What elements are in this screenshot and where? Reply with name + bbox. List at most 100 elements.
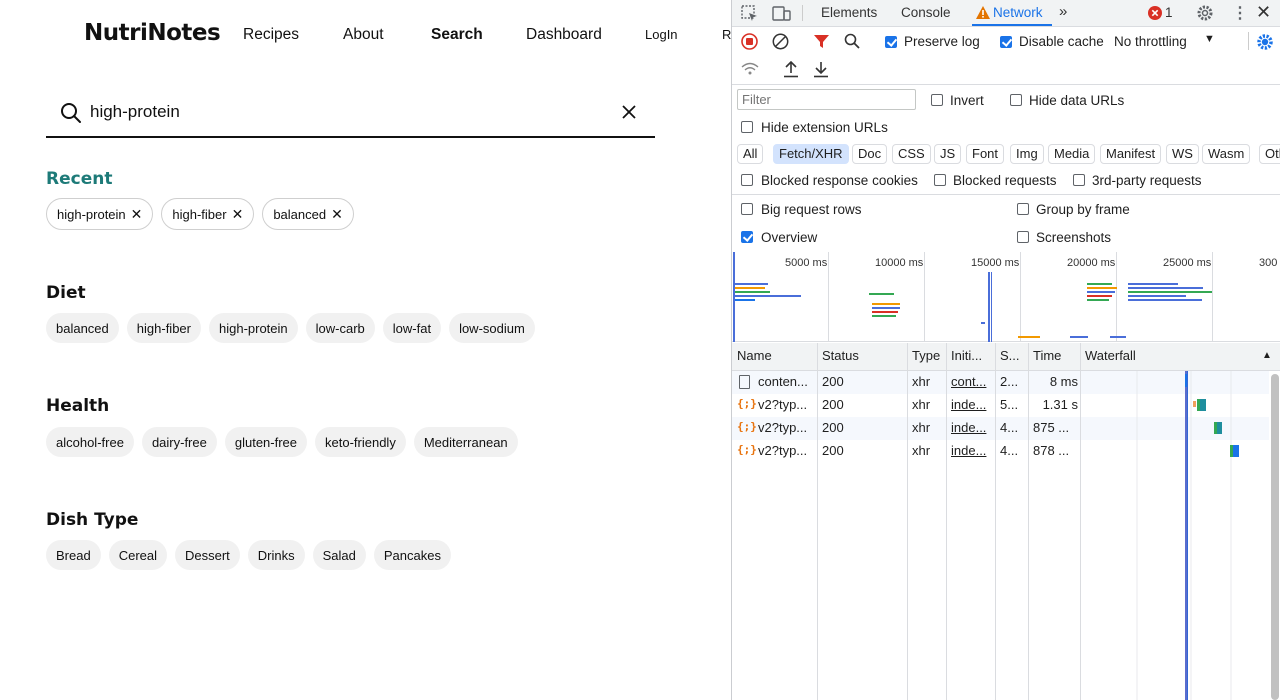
tab-network[interactable]: Network bbox=[993, 5, 1043, 20]
inspect-icon[interactable] bbox=[741, 5, 758, 22]
network-settings-icon[interactable] bbox=[1256, 33, 1274, 51]
diet-chip[interactable]: low-sodium bbox=[449, 313, 535, 343]
device-toolbar-icon[interactable] bbox=[772, 5, 791, 22]
type-filter-other[interactable]: Oth bbox=[1259, 144, 1280, 164]
overview-checkbox[interactable] bbox=[741, 231, 753, 243]
type-filter-ws[interactable]: WS bbox=[1166, 144, 1199, 164]
close-icon[interactable] bbox=[621, 104, 637, 120]
column-divider[interactable] bbox=[995, 343, 996, 700]
column-header-waterfall[interactable]: Waterfall bbox=[1085, 343, 1205, 371]
health-chip[interactable]: dairy-free bbox=[141, 427, 217, 457]
recent-chip[interactable]: high-fiber ✕ bbox=[161, 198, 255, 230]
invert-checkbox[interactable] bbox=[931, 94, 943, 106]
dish-chip[interactable]: Bread bbox=[46, 540, 101, 570]
remove-icon[interactable]: ✕ bbox=[131, 207, 143, 221]
request-initiator[interactable]: inde... bbox=[951, 420, 995, 435]
network-overview[interactable]: 5000 ms 10000 ms 15000 ms 20000 ms 25000… bbox=[732, 252, 1280, 342]
diet-chip[interactable]: balanced bbox=[46, 313, 119, 343]
type-filter-fetch-xhr[interactable]: Fetch/XHR bbox=[773, 144, 849, 164]
recent-chip[interactable]: balanced ✕ bbox=[262, 198, 354, 230]
health-chip[interactable]: Mediterranean bbox=[413, 427, 518, 457]
nav-search[interactable]: Search bbox=[431, 26, 483, 44]
diet-chip[interactable]: high-protein bbox=[208, 313, 298, 343]
column-divider[interactable] bbox=[817, 343, 818, 700]
more-tabs-icon[interactable]: » bbox=[1059, 3, 1067, 20]
request-initiator[interactable]: inde... bbox=[951, 397, 995, 412]
dish-chip[interactable]: Cereal bbox=[108, 540, 167, 570]
sort-ascending-icon[interactable]: ▲ bbox=[1262, 343, 1272, 371]
column-header-initiator[interactable]: Initi... bbox=[951, 343, 995, 371]
type-filter-js[interactable]: JS bbox=[934, 144, 962, 164]
diet-chip[interactable]: low-carb bbox=[305, 313, 375, 343]
type-filter-font[interactable]: Font bbox=[966, 144, 1005, 164]
throttling-select[interactable]: No throttling bbox=[1114, 34, 1187, 49]
search-input[interactable] bbox=[90, 98, 590, 126]
scrollbar[interactable] bbox=[1271, 374, 1279, 700]
column-divider[interactable] bbox=[946, 343, 947, 700]
type-filter-media[interactable]: Media bbox=[1048, 144, 1096, 164]
request-initiator[interactable]: cont... bbox=[951, 374, 995, 389]
column-header-size[interactable]: S... bbox=[1000, 343, 1028, 371]
record-stop-icon[interactable] bbox=[741, 33, 758, 50]
big-request-rows-checkbox[interactable] bbox=[741, 203, 753, 215]
column-header-status[interactable]: Status bbox=[822, 343, 910, 371]
dish-chip[interactable]: Drinks bbox=[247, 540, 305, 570]
third-party-checkbox[interactable] bbox=[1073, 174, 1085, 186]
diet-chip[interactable]: high-fiber bbox=[126, 313, 201, 343]
type-filter-all[interactable]: All bbox=[737, 144, 764, 164]
filter-icon[interactable] bbox=[814, 34, 829, 49]
blocked-requests-checkbox[interactable] bbox=[934, 174, 946, 186]
preserve-log-checkbox[interactable] bbox=[885, 36, 897, 48]
close-icon[interactable]: ✕ bbox=[1256, 2, 1271, 23]
hide-extension-urls-checkbox[interactable] bbox=[741, 121, 753, 133]
type-filter-wasm[interactable]: Wasm bbox=[1202, 144, 1251, 164]
blocked-cookies-checkbox[interactable] bbox=[741, 174, 753, 186]
big-request-rows-label: Big request rows bbox=[761, 202, 862, 217]
error-icon[interactable] bbox=[1148, 6, 1162, 20]
disable-cache-checkbox[interactable] bbox=[1000, 36, 1012, 48]
recent-chip[interactable]: high-protein ✕ bbox=[46, 198, 154, 230]
chevron-down-icon[interactable]: ▼ bbox=[1204, 33, 1215, 45]
column-divider[interactable] bbox=[907, 343, 908, 700]
health-chip[interactable]: alcohol-free bbox=[46, 427, 134, 457]
dish-chip[interactable]: Pancakes bbox=[373, 540, 451, 570]
request-status: 200 bbox=[822, 397, 844, 412]
nav-recipes[interactable]: Recipes bbox=[243, 26, 299, 44]
filter-input[interactable] bbox=[737, 89, 916, 110]
nav-about[interactable]: About bbox=[343, 26, 384, 44]
column-header-name[interactable]: Name bbox=[737, 343, 817, 371]
health-chip[interactable]: keto-friendly bbox=[315, 427, 406, 457]
nav-register-truncated[interactable]: R bbox=[722, 27, 731, 42]
group-by-frame-checkbox[interactable] bbox=[1017, 203, 1029, 215]
dish-chip[interactable]: Dessert bbox=[175, 540, 240, 570]
remove-icon[interactable]: ✕ bbox=[331, 207, 343, 221]
column-divider[interactable] bbox=[1028, 343, 1029, 700]
health-chip[interactable]: gluten-free bbox=[224, 427, 308, 457]
type-filter-doc[interactable]: Doc bbox=[852, 144, 888, 164]
dish-chip[interactable]: Salad bbox=[312, 540, 366, 570]
column-header-time[interactable]: Time bbox=[1033, 343, 1079, 371]
column-header-type[interactable]: Type bbox=[912, 343, 946, 371]
screenshots-checkbox[interactable] bbox=[1017, 231, 1029, 243]
gear-icon[interactable] bbox=[1196, 4, 1214, 22]
tab-console[interactable]: Console bbox=[901, 5, 951, 20]
logo[interactable]: NutriNotes bbox=[84, 20, 221, 46]
upload-icon[interactable] bbox=[783, 61, 799, 78]
type-filter-css[interactable]: CSS bbox=[892, 144, 931, 164]
kebab-menu-icon[interactable]: ⋮ bbox=[1232, 3, 1248, 23]
remove-icon[interactable]: ✕ bbox=[232, 207, 244, 221]
divider bbox=[732, 194, 1280, 195]
hide-data-urls-checkbox[interactable] bbox=[1010, 94, 1022, 106]
nav-dashboard[interactable]: Dashboard bbox=[526, 26, 602, 44]
tab-elements[interactable]: Elements bbox=[821, 5, 877, 20]
type-filter-img[interactable]: Img bbox=[1010, 144, 1044, 164]
wifi-settings-icon[interactable] bbox=[741, 62, 759, 78]
diet-chip[interactable]: low-fat bbox=[382, 313, 442, 343]
request-initiator[interactable]: inde... bbox=[951, 443, 995, 458]
search-icon[interactable] bbox=[844, 33, 860, 49]
download-icon[interactable] bbox=[813, 61, 829, 78]
clear-icon[interactable] bbox=[772, 33, 789, 50]
chip-label: balanced bbox=[273, 206, 327, 222]
nav-login[interactable]: LogIn bbox=[645, 27, 678, 42]
type-filter-manifest[interactable]: Manifest bbox=[1100, 144, 1162, 164]
